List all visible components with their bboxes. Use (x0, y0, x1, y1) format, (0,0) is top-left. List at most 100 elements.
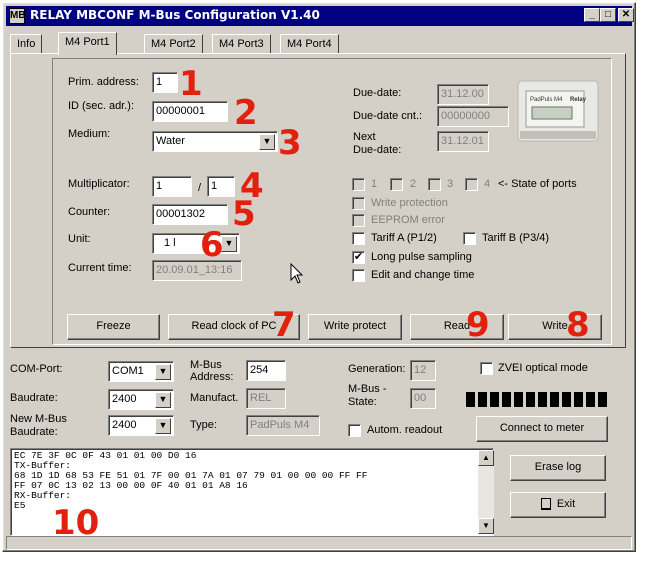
port-3-checkbox (428, 178, 441, 191)
log-scrollbar[interactable]: ▲ ▼ (478, 450, 494, 534)
ports-state-label: <- State of ports (498, 178, 577, 190)
tab-m4-port2[interactable]: M4 Port2 (144, 34, 203, 54)
mouse-cursor-icon (290, 262, 304, 285)
medium-value: Water (156, 135, 185, 147)
exit-label: Exit (556, 498, 576, 510)
tariff-b-label: Tariff B (P3/4) (482, 232, 550, 244)
close-icon[interactable]: ✕ (618, 8, 634, 22)
prim-address-label: Prim. address: (68, 76, 139, 88)
autom-readout-checkbox[interactable] (348, 424, 361, 437)
baudrate-select[interactable]: 2400 ▼ (108, 389, 174, 410)
unit-label: Unit: (68, 233, 91, 245)
exit-door-icon (540, 498, 551, 511)
type-label: Type: (190, 419, 217, 431)
com-port-label: COM-Port: (10, 363, 63, 375)
chevron-down-icon[interactable]: ▼ (155, 364, 171, 380)
tab-m4-port4[interactable]: M4 Port4 (280, 34, 339, 54)
log-line: FF 07 0C 13 02 13 00 00 0F 40 01 01 A8 1… (14, 480, 248, 491)
callout-2: 2 (234, 93, 258, 133)
callout-6: 6 (200, 225, 224, 265)
new-baudrate-label-2: Baudrate: (10, 426, 58, 438)
counter-input[interactable]: 00001302 (152, 204, 228, 225)
baudrate-label: Baudrate: (10, 392, 58, 404)
tariff-b-checkbox[interactable] (463, 232, 476, 245)
current-time-input: 20.09.01_13:16 (152, 260, 242, 281)
write-protection-label: Write protection (371, 197, 448, 209)
port-2-label: 2 (410, 178, 417, 190)
port-4-label: 4 (484, 178, 491, 190)
callout-9: 9 (466, 305, 490, 345)
device-image: PadPuls M4 Relay (512, 73, 604, 149)
freeze-button[interactable]: Freeze (67, 314, 160, 340)
baudrate-value: 2400 (112, 393, 137, 405)
tariff-a-checkbox[interactable] (352, 232, 365, 245)
erase-log-button[interactable]: Erase log (510, 455, 606, 481)
app-icon: MB (9, 8, 26, 24)
edit-time-label: Edit and change time (371, 269, 475, 281)
long-pulse-checkbox[interactable]: ✔ (352, 251, 365, 264)
log-line: EC 7E 3F 0C 0F 43 01 01 00 D0 16 (14, 450, 197, 461)
long-pulse-label: Long pulse sampling (371, 251, 472, 263)
svg-text:Relay: Relay (570, 97, 587, 103)
chevron-down-icon[interactable]: ▼ (155, 392, 171, 408)
due-date-cnt-input: 00000000 (437, 106, 509, 127)
callout-8: 8 (566, 305, 590, 345)
port-4-checkbox (465, 178, 478, 191)
exit-button[interactable]: Exit (510, 492, 606, 518)
new-baudrate-select[interactable]: 2400 ▼ (108, 415, 174, 436)
unit-value: 1 l (164, 237, 176, 249)
medium-select[interactable]: Water ▼ (152, 131, 278, 152)
id-label: ID (sec. adr.): (68, 100, 135, 112)
generation-label: Generation: (348, 363, 406, 375)
unit-select[interactable]: 1 l ▼ (152, 233, 240, 254)
window-title: RELAY MBCONF M-Bus Configuration V1.40 (30, 8, 320, 22)
autom-readout-label: Autom. readout (367, 424, 443, 436)
tab-info[interactable]: Info (10, 34, 43, 54)
callout-10: 10 (52, 503, 100, 543)
svg-text:PadPuls M4: PadPuls M4 (530, 97, 563, 103)
prim-address-input[interactable]: 1 (152, 72, 178, 93)
callout-7: 7 (272, 305, 296, 345)
type-input: PadPuls M4 (246, 415, 320, 436)
new-baudrate-value: 2400 (112, 419, 137, 431)
multiplicator-label: Multiplicator: (68, 178, 130, 190)
edit-time-checkbox[interactable] (352, 269, 365, 282)
mbus-state-label-2: State: (348, 396, 377, 408)
com-port-select[interactable]: COM1 ▼ (108, 361, 174, 382)
tab-m4-port1[interactable]: M4 Port1 (58, 32, 117, 55)
com-port-value: COM1 (112, 365, 144, 377)
maximize-icon[interactable]: □ (600, 8, 616, 22)
callout-5: 5 (232, 194, 256, 234)
tariff-a-label: Tariff A (P1/2) (371, 232, 437, 244)
minimize-icon[interactable]: _ (584, 8, 600, 22)
scroll-down-icon[interactable]: ▼ (478, 518, 494, 534)
mult-separator: / (198, 182, 202, 194)
due-date-cnt-label: Due-date cnt.: (353, 110, 423, 122)
write-protect-button[interactable]: Write protect (308, 314, 402, 340)
mbus-state-label-1: M-Bus - (348, 383, 387, 395)
chevron-down-icon[interactable]: ▼ (155, 418, 171, 434)
mbus-address-input[interactable]: 254 (246, 360, 286, 381)
manufact-input: REL (246, 388, 286, 409)
counter-label: Counter: (68, 206, 111, 218)
manufact-label: Manufact. (190, 392, 239, 404)
scroll-up-icon[interactable]: ▲ (478, 450, 494, 466)
log-line: RX-Buffer: (14, 490, 72, 501)
eeprom-error-label: EEPROM error (371, 214, 445, 226)
medium-label: Medium: (68, 128, 111, 140)
next-due-input: 31.12.01 (437, 131, 489, 152)
read-button[interactable]: Read (410, 314, 504, 340)
mult-numerator-input[interactable]: 1 (152, 176, 192, 197)
zvei-checkbox[interactable] (480, 362, 493, 375)
connect-button[interactable]: Connect to meter (476, 416, 608, 442)
next-due-label-2: Due-date: (353, 144, 402, 156)
mbus-state-input: 00 (410, 388, 436, 409)
id-input[interactable]: 00000001 (152, 101, 228, 122)
chevron-down-icon[interactable]: ▼ (259, 134, 275, 150)
title-bar: MB RELAY MBCONF M-Bus Configuration V1.4… (6, 6, 634, 26)
port-3-label: 3 (447, 178, 454, 190)
tab-m4-port3[interactable]: M4 Port3 (212, 34, 271, 54)
mult-denominator-input[interactable]: 1 (207, 176, 235, 197)
generation-input: 12 (410, 360, 436, 381)
zvei-label: ZVEI optical mode (498, 362, 588, 374)
